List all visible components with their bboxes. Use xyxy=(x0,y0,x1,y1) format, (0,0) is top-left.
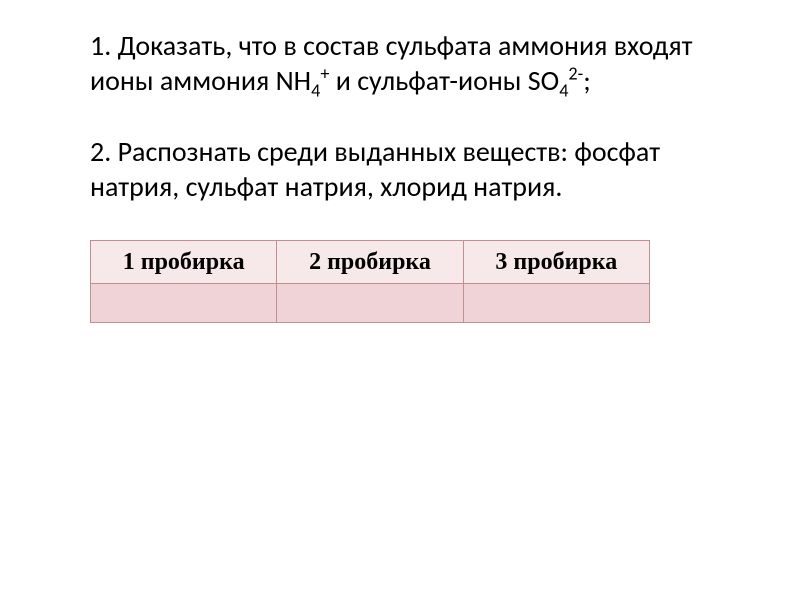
table-row xyxy=(91,284,650,323)
task-1: 1. Доказать, что в состав сульфата аммон… xyxy=(90,28,740,98)
table-cell-2 xyxy=(277,284,463,323)
task-1-suffix: ; xyxy=(583,63,591,98)
table-header-1: 1 пробирка xyxy=(91,241,277,284)
task-1-sup2: 2- xyxy=(568,63,583,85)
task-1-middle: и сульфат-ионы SO xyxy=(329,63,559,98)
slide: 1. Доказать, что в состав сульфата аммон… xyxy=(0,0,800,600)
task-2: 2. Распознать среди выданных веществ: фо… xyxy=(90,134,740,204)
test-tube-table: 1 пробирка 2 пробирка 3 пробирка xyxy=(90,240,650,323)
table-header-row: 1 пробирка 2 пробирка 3 пробирка xyxy=(91,241,650,284)
task-1-sub1: 4 xyxy=(311,80,320,102)
task-2-text: 2. Распознать среди выданных веществ: фо… xyxy=(90,134,660,204)
table-header-3: 3 пробирка xyxy=(463,241,649,284)
table-header-2: 2 пробирка xyxy=(277,241,463,284)
table-cell-1 xyxy=(91,284,277,323)
table-cell-3 xyxy=(463,284,649,323)
